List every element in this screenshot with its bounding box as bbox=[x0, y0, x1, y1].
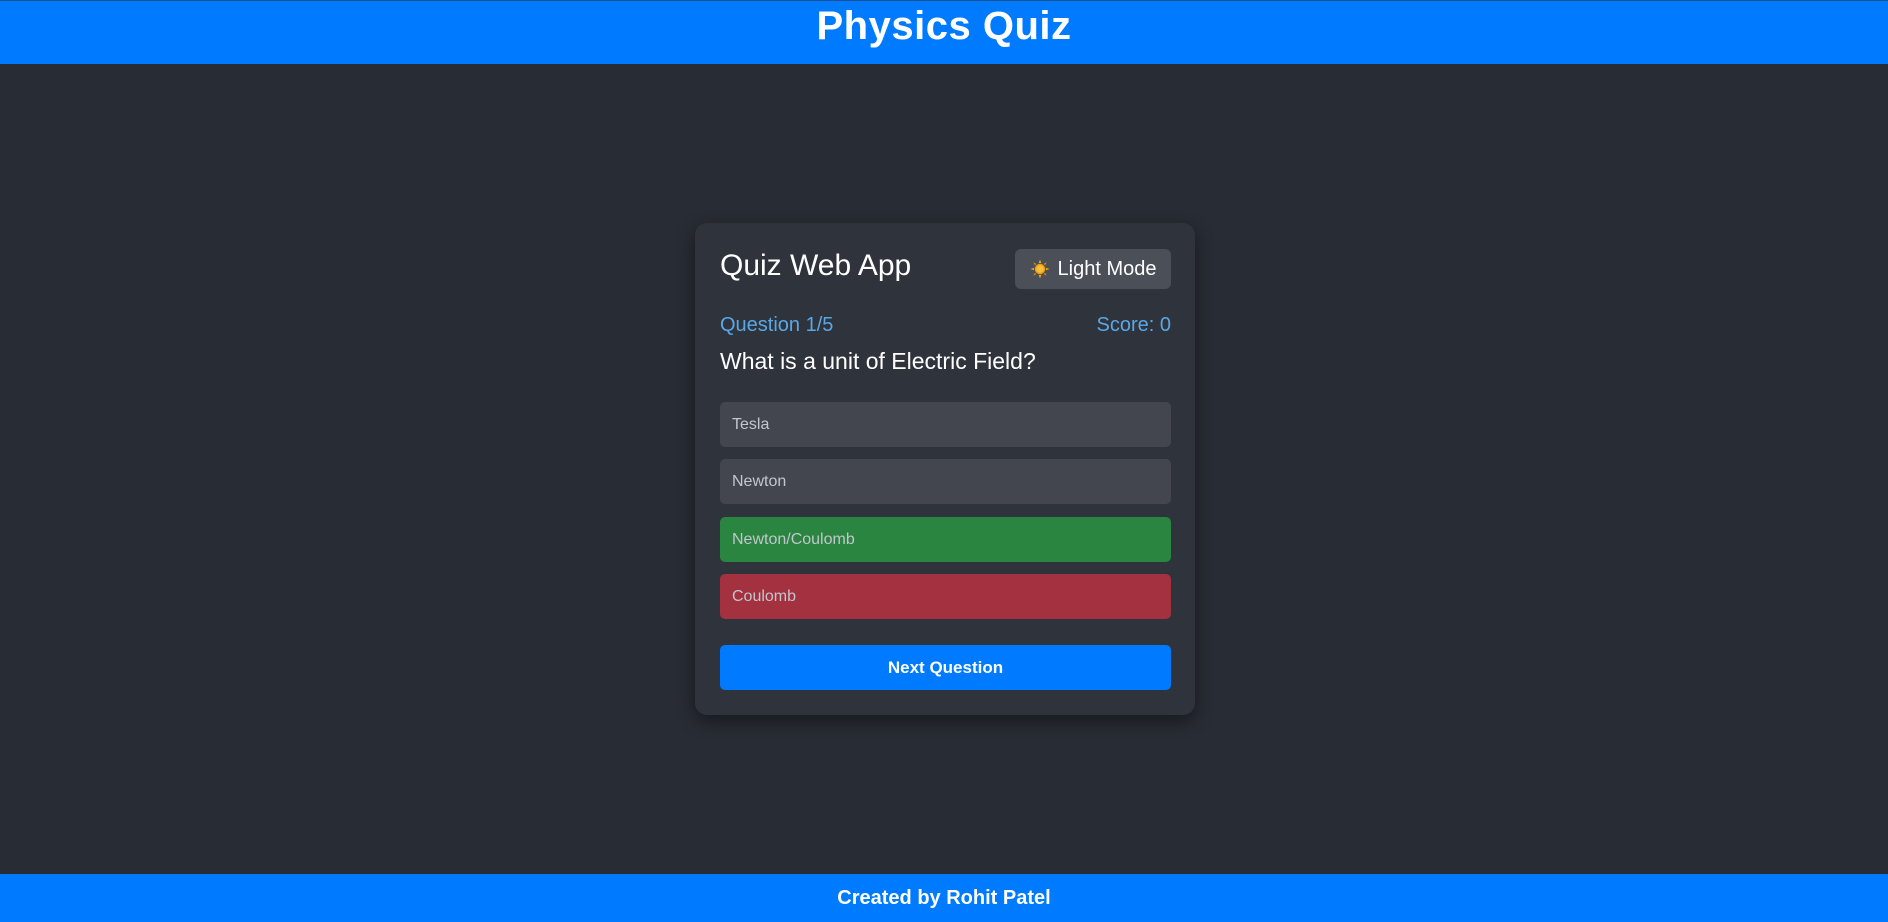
footer: Created by Rohit Patel bbox=[0, 874, 1888, 922]
sun-icon bbox=[1030, 259, 1050, 279]
score-display: Score: 0 bbox=[1096, 314, 1171, 336]
card-title: Quiz Web App bbox=[720, 249, 912, 282]
quiz-card: Quiz Web App Light Mode Question 1/5 Sco… bbox=[695, 223, 1195, 715]
next-question-button[interactable]: Next Question bbox=[720, 645, 1171, 690]
top-header: Physics Quiz bbox=[0, 0, 1888, 64]
answer-option-tesla[interactable]: Tesla bbox=[720, 402, 1171, 447]
quiz-meta: Question 1/5 Score: 0 bbox=[720, 314, 1171, 337]
answer-option-newton-coulomb[interactable]: Newton/Coulomb bbox=[720, 517, 1171, 562]
light-mode-label: Light Mode bbox=[1057, 257, 1157, 280]
page-title: Physics Quiz bbox=[816, 4, 1072, 48]
footer-credit: Created by Rohit Patel bbox=[837, 886, 1051, 909]
question-text: What is a unit of Electric Field? bbox=[720, 348, 1036, 374]
question-progress: Question 1/5 bbox=[720, 314, 834, 336]
page: Physics Quiz Quiz Web App Light Mode Que… bbox=[0, 0, 1888, 922]
light-mode-button[interactable]: Light Mode bbox=[1015, 249, 1171, 289]
answer-option-coulomb[interactable]: Coulomb bbox=[720, 574, 1171, 619]
answer-option-newton[interactable]: Newton bbox=[720, 459, 1171, 504]
